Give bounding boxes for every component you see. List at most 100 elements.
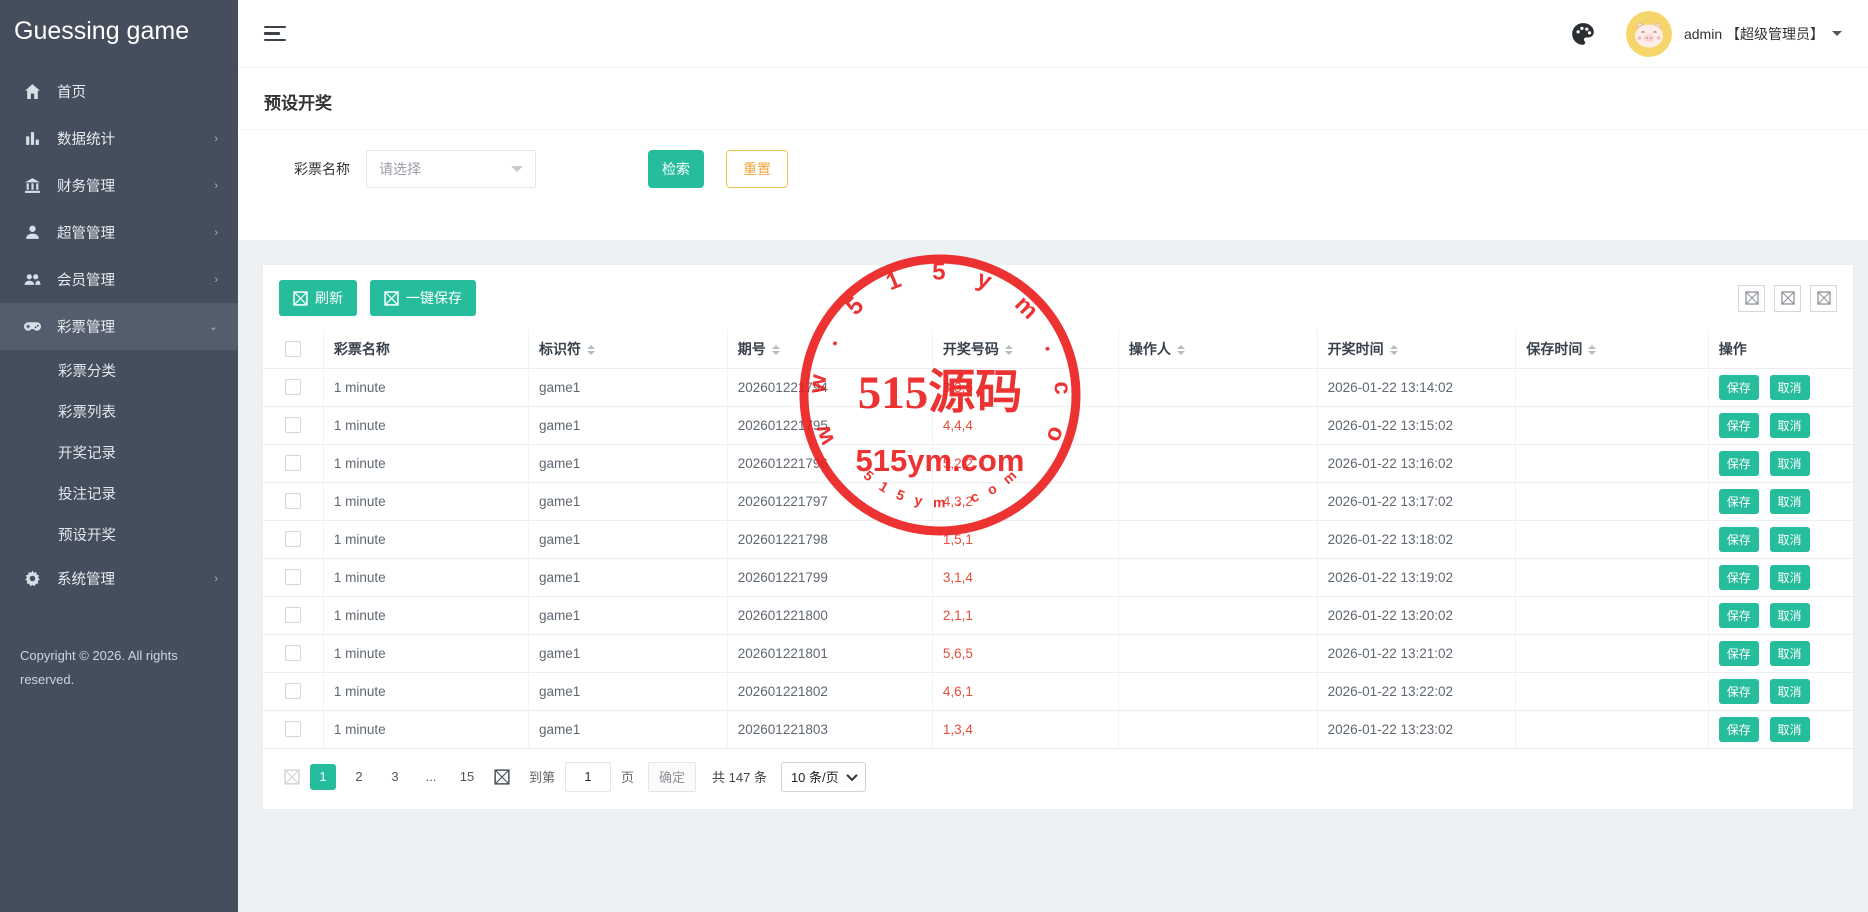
- save-all-button[interactable]: 一键保存: [370, 280, 476, 316]
- row-checkbox[interactable]: [285, 721, 301, 737]
- topbar-right: admin 【超级管理员】: [1570, 11, 1842, 57]
- sidebar-subitem-lottery-list[interactable]: 彩票列表: [0, 391, 238, 432]
- row-cancel-button[interactable]: 取消: [1770, 413, 1810, 438]
- refresh-button[interactable]: 刷新: [279, 280, 357, 316]
- theme-palette-icon[interactable]: [1570, 21, 1596, 47]
- row-save-button[interactable]: 保存: [1719, 413, 1759, 438]
- sidebar-subitem-lottery-category[interactable]: 彩票分类: [0, 350, 238, 391]
- page-number-2[interactable]: 2: [346, 764, 372, 790]
- sort-icon[interactable]: [1588, 341, 1596, 359]
- row-save-button[interactable]: 保存: [1719, 451, 1759, 476]
- row-checkbox[interactable]: [285, 379, 301, 395]
- row-save-button[interactable]: 保存: [1719, 527, 1759, 552]
- cell-operator: [1118, 444, 1317, 482]
- goto-page-input[interactable]: [565, 762, 611, 792]
- row-checkbox[interactable]: [285, 531, 301, 547]
- header-draw-numbers[interactable]: 开奖号码: [932, 330, 1118, 368]
- header-operator[interactable]: 操作人: [1118, 330, 1317, 368]
- row-checkbox[interactable]: [285, 455, 301, 471]
- table-header-row: 彩票名称 标识符 期号 开奖号码 操作人 开奖时间 保存时间 操作: [263, 330, 1853, 368]
- row-cancel-button[interactable]: 取消: [1770, 717, 1810, 742]
- select-chevron-icon: [846, 769, 857, 780]
- header-identifier[interactable]: 标识符: [529, 330, 728, 368]
- subitem-label: 开奖记录: [58, 442, 116, 463]
- sidebar-item-lottery[interactable]: 彩票管理 ⌄: [0, 303, 238, 350]
- chevron-right-icon: ›: [214, 227, 218, 239]
- sidebar-item-label: 超管管理: [57, 222, 115, 243]
- user-avatar[interactable]: [1626, 11, 1672, 57]
- reset-button[interactable]: 重置: [726, 150, 788, 188]
- row-save-button[interactable]: 保存: [1719, 489, 1759, 514]
- row-save-button[interactable]: 保存: [1719, 679, 1759, 704]
- select-all-checkbox[interactable]: [285, 341, 301, 357]
- row-save-button[interactable]: 保存: [1719, 603, 1759, 628]
- row-save-button[interactable]: 保存: [1719, 641, 1759, 666]
- username-text[interactable]: admin 【超级管理员】: [1684, 24, 1824, 44]
- table-tool-button-2[interactable]: [1774, 285, 1801, 312]
- row-cancel-button[interactable]: 取消: [1770, 527, 1810, 552]
- cell-identifier: game1: [529, 634, 728, 672]
- subitem-label: 彩票分类: [58, 360, 116, 381]
- sidebar-item-members[interactable]: 会员管理 ›: [0, 256, 238, 303]
- per-page-select[interactable]: 10 条/页: [781, 762, 866, 792]
- row-cancel-button[interactable]: 取消: [1770, 451, 1810, 476]
- row-cancel-button[interactable]: 取消: [1770, 679, 1810, 704]
- search-button[interactable]: 检索: [648, 150, 704, 188]
- row-checkbox[interactable]: [285, 645, 301, 661]
- cell-save-time: [1516, 482, 1708, 520]
- row-checkbox[interactable]: [285, 683, 301, 699]
- page-number-1[interactable]: 1: [310, 764, 336, 790]
- menu-toggle-icon[interactable]: [264, 22, 288, 46]
- row-cancel-button[interactable]: 取消: [1770, 489, 1810, 514]
- bar-chart-icon: [22, 130, 42, 148]
- cell-lottery-name: 1 minute: [323, 710, 528, 748]
- table-body: 1 minute game1 202601221794 3,3,5 2026-0…: [263, 368, 1853, 748]
- page-number-15[interactable]: 15: [454, 764, 480, 790]
- sidebar-item-system[interactable]: 系统管理 ›: [0, 555, 238, 602]
- table-tool-button-3[interactable]: [1810, 285, 1837, 312]
- row-checkbox[interactable]: [285, 569, 301, 585]
- row-save-button[interactable]: 保存: [1719, 717, 1759, 742]
- row-checkbox[interactable]: [285, 417, 301, 433]
- gamepad-icon: [22, 318, 42, 336]
- row-cancel-button[interactable]: 取消: [1770, 375, 1810, 400]
- header-save-time[interactable]: 保存时间: [1516, 330, 1708, 368]
- row-checkbox[interactable]: [285, 493, 301, 509]
- page-number-3[interactable]: 3: [382, 764, 408, 790]
- sidebar-subitem-bet-records[interactable]: 投注记录: [0, 473, 238, 514]
- row-checkbox[interactable]: [285, 607, 301, 623]
- sort-icon[interactable]: [1390, 341, 1398, 359]
- sidebar-subitem-draw-records[interactable]: 开奖记录: [0, 432, 238, 473]
- sidebar-subitem-preset-draw[interactable]: 预设开奖: [0, 514, 238, 555]
- table-row: 1 minute game1 202601221798 1,5,1 2026-0…: [263, 520, 1853, 558]
- sidebar-item-superadmin[interactable]: 超管管理 ›: [0, 209, 238, 256]
- table-row: 1 minute game1 202601221794 3,3,5 2026-0…: [263, 368, 1853, 406]
- row-save-button[interactable]: 保存: [1719, 565, 1759, 590]
- prev-page-icon[interactable]: [279, 764, 305, 790]
- row-cancel-button[interactable]: 取消: [1770, 565, 1810, 590]
- sidebar-item-finance[interactable]: 财务管理 ›: [0, 162, 238, 209]
- goto-confirm-button[interactable]: 确定: [648, 762, 696, 792]
- sidebar-item-home[interactable]: 首页: [0, 68, 238, 115]
- user-menu-caret-icon[interactable]: [1832, 31, 1842, 41]
- header-draw-time[interactable]: 开奖时间: [1317, 330, 1516, 368]
- lottery-name-select[interactable]: 请选择: [366, 150, 536, 188]
- sidebar-item-statistics[interactable]: 数据统计 ›: [0, 115, 238, 162]
- cell-identifier: game1: [529, 520, 728, 558]
- filter-panel: 彩票名称 请选择 检索 重置: [238, 130, 1868, 240]
- next-page-icon[interactable]: [489, 764, 515, 790]
- row-save-button[interactable]: 保存: [1719, 375, 1759, 400]
- sort-icon[interactable]: [772, 341, 780, 359]
- page-unit-label: 页: [621, 767, 634, 786]
- chevron-down-icon: ⌄: [209, 320, 218, 333]
- sort-icon[interactable]: [1177, 341, 1185, 359]
- sort-icon[interactable]: [1005, 341, 1013, 359]
- cell-draw-numbers: 3,3,5: [932, 368, 1118, 406]
- table-tool-button-1[interactable]: [1738, 285, 1765, 312]
- cell-operator: [1118, 520, 1317, 558]
- row-cancel-button[interactable]: 取消: [1770, 641, 1810, 666]
- sort-icon[interactable]: [587, 341, 595, 359]
- header-issue[interactable]: 期号: [727, 330, 932, 368]
- row-cancel-button[interactable]: 取消: [1770, 603, 1810, 628]
- header-label: 标识符: [539, 341, 581, 357]
